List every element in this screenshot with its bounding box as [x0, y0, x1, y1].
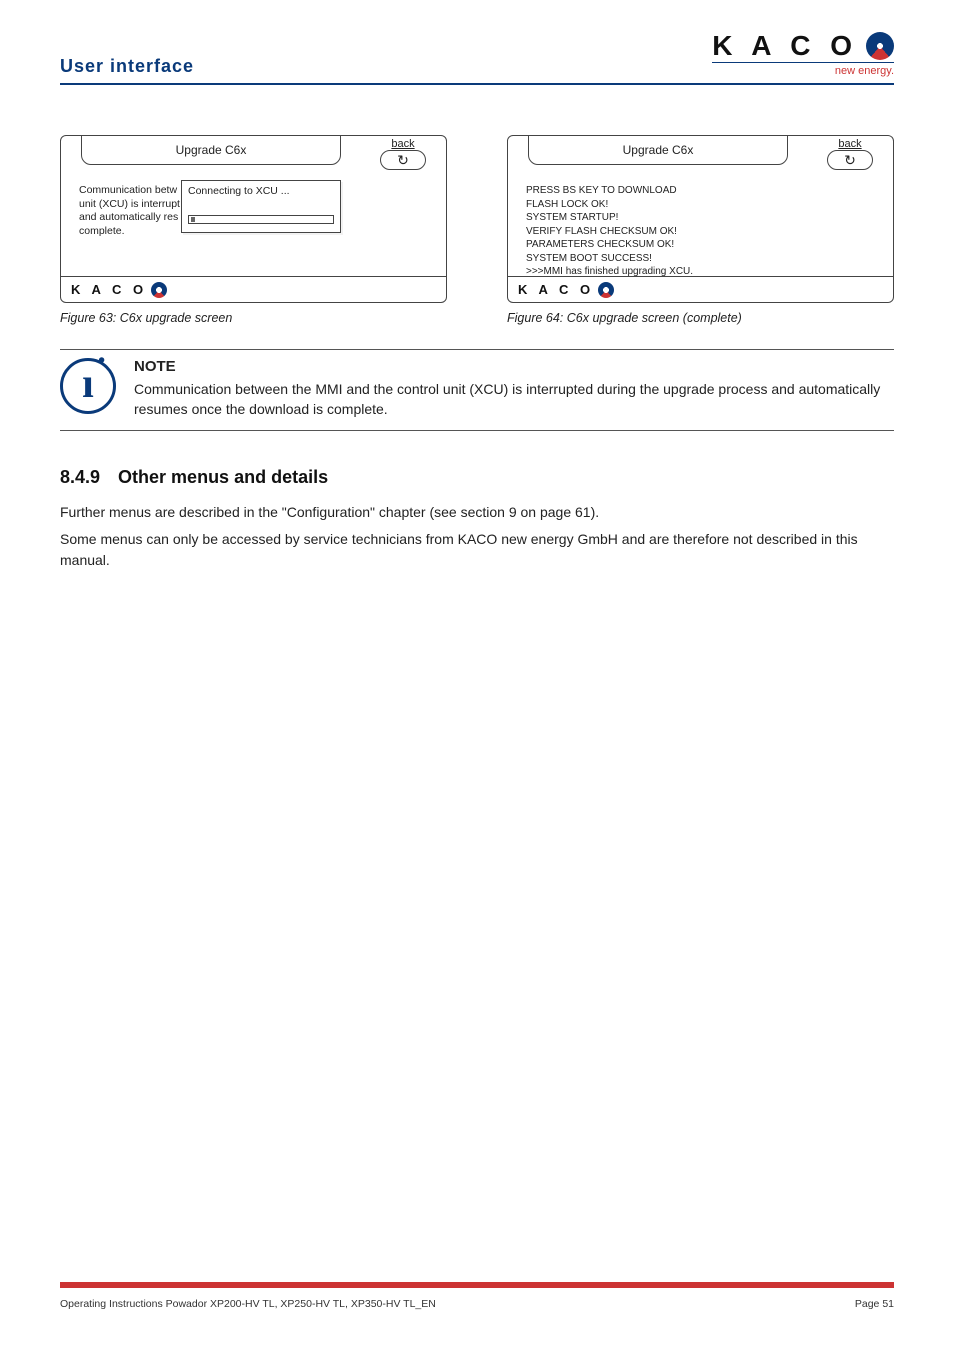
upgrade-log: PRESS BS KEY TO DOWNLOAD FLASH LOCK OK! … — [526, 184, 875, 276]
progress-bar — [188, 215, 334, 224]
footer-rule — [60, 1282, 894, 1288]
device-card-left: Upgrade C6x back ↻ Communication betw un… — [60, 135, 447, 303]
back-label: back — [380, 138, 426, 150]
log-line: SYSTEM BOOT SUCCESS! — [526, 252, 875, 266]
screen-title-tab: Upgrade C6x — [81, 135, 341, 165]
bg-line: Communication betw — [79, 184, 180, 198]
figure-64: Upgrade C6x back ↻ PRESS BS KEY TO DOWNL… — [507, 135, 894, 325]
log-line: VERIFY FLASH CHECKSUM OK! — [526, 225, 875, 239]
back-icon[interactable]: ↻ — [380, 150, 426, 170]
log-line: FLASH LOCK OK! — [526, 198, 875, 212]
note-text: Communication between the MMI and the co… — [134, 379, 894, 420]
log-line: PARAMETERS CHECKSUM OK! — [526, 238, 875, 252]
popup-text: Connecting to XCU ... — [188, 185, 334, 199]
page-footer: Operating Instructions Powador XP200-HV … — [60, 1282, 894, 1310]
log-line: >>>MMI has finished upgrading XCU. — [526, 265, 875, 276]
page-header: User interface K A C O new energy. — [60, 30, 894, 85]
progress-popup: Connecting to XCU ... — [181, 180, 341, 233]
section-number: 8.4.9 — [60, 467, 100, 488]
section-heading: 8.4.9 Other menus and details — [60, 467, 894, 488]
back-button[interactable]: back ↻ — [827, 138, 873, 170]
swirl-icon — [151, 282, 167, 298]
info-icon: ı — [60, 358, 116, 414]
device-card-right: Upgrade C6x back ↻ PRESS BS KEY TO DOWNL… — [507, 135, 894, 303]
device-footer: K A C O — [508, 276, 893, 302]
figure-caption: Figure 63: C6x upgrade screen — [60, 311, 447, 325]
running-head: User interface — [60, 56, 194, 77]
section-title: Other menus and details — [118, 467, 328, 488]
device-footer: K A C O — [61, 276, 446, 302]
screen-title-tab: Upgrade C6x — [528, 135, 788, 165]
back-button[interactable]: back ↻ — [380, 138, 426, 170]
paragraph: Further menus are described in the "Conf… — [60, 502, 894, 523]
swirl-icon — [866, 32, 894, 60]
bg-line: and automatically res — [79, 211, 180, 225]
figure-caption: Figure 64: C6x upgrade screen (complete) — [507, 311, 894, 325]
figure-63: Upgrade C6x back ↻ Communication betw un… — [60, 135, 447, 325]
logo-subtext: new energy. — [712, 62, 894, 77]
note-heading: NOTE — [134, 358, 894, 375]
footer-doc-title: Operating Instructions Powador XP200-HV … — [60, 1298, 436, 1310]
footer-logo-text: K A C O — [71, 282, 147, 297]
bg-line: unit (XCU) is interrupt — [79, 198, 180, 212]
paragraph: Some menus can only be accessed by servi… — [60, 529, 894, 571]
log-line: PRESS BS KEY TO DOWNLOAD — [526, 184, 875, 198]
back-icon[interactable]: ↻ — [827, 150, 873, 170]
footer-logo-text: K A C O — [518, 282, 594, 297]
figures-row: Upgrade C6x back ↻ Communication betw un… — [60, 135, 894, 325]
bg-line: complete. — [79, 225, 180, 239]
note-block: ı NOTE Communication between the MMI and… — [60, 349, 894, 431]
page-number: Page 51 — [855, 1298, 894, 1310]
logo-text: K A C O — [712, 30, 858, 62]
brand-logo: K A C O new energy. — [712, 30, 894, 77]
log-line: SYSTEM STARTUP! — [526, 211, 875, 225]
swirl-icon — [598, 282, 614, 298]
background-text: Communication betw unit (XCU) is interru… — [79, 184, 180, 239]
back-label: back — [827, 138, 873, 150]
